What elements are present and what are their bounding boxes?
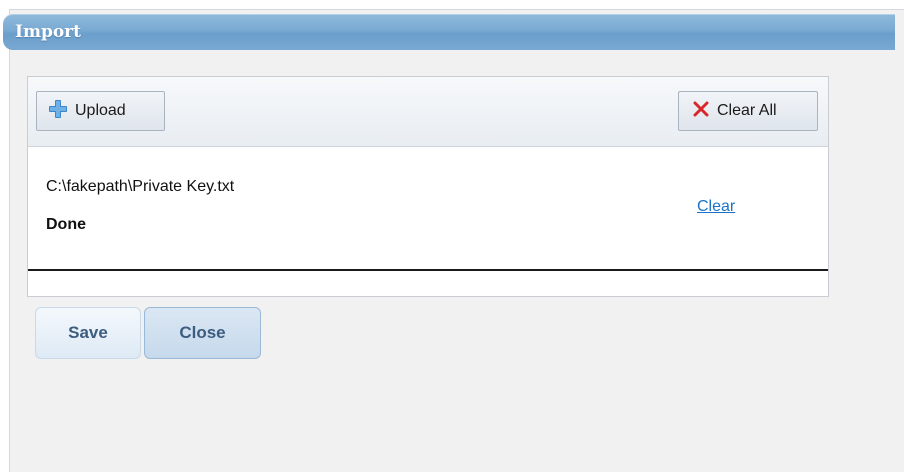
dialog-title-bar[interactable]: Import xyxy=(3,14,895,50)
upload-button[interactable]: Upload xyxy=(36,91,165,131)
upload-panel: Upload Clear All C:\fakepath\Private Key… xyxy=(27,76,829,297)
save-button[interactable]: Save xyxy=(35,307,141,359)
close-button[interactable]: Close xyxy=(144,307,261,359)
x-icon xyxy=(693,101,709,122)
file-path: C:\fakepath\Private Key.txt xyxy=(46,178,235,195)
file-list-item: C:\fakepath\Private Key.txt Done Clear xyxy=(28,148,828,271)
upload-status: Done xyxy=(46,216,86,233)
clear-all-button-label: Clear All xyxy=(717,102,777,119)
dialog-title: Import xyxy=(15,22,81,42)
clear-all-button[interactable]: Clear All xyxy=(678,91,818,131)
plus-icon xyxy=(49,99,67,123)
upload-toolbar: Upload Clear All xyxy=(28,77,828,147)
upload-button-label: Upload xyxy=(75,102,126,119)
clear-file-link[interactable]: Clear xyxy=(697,198,735,216)
